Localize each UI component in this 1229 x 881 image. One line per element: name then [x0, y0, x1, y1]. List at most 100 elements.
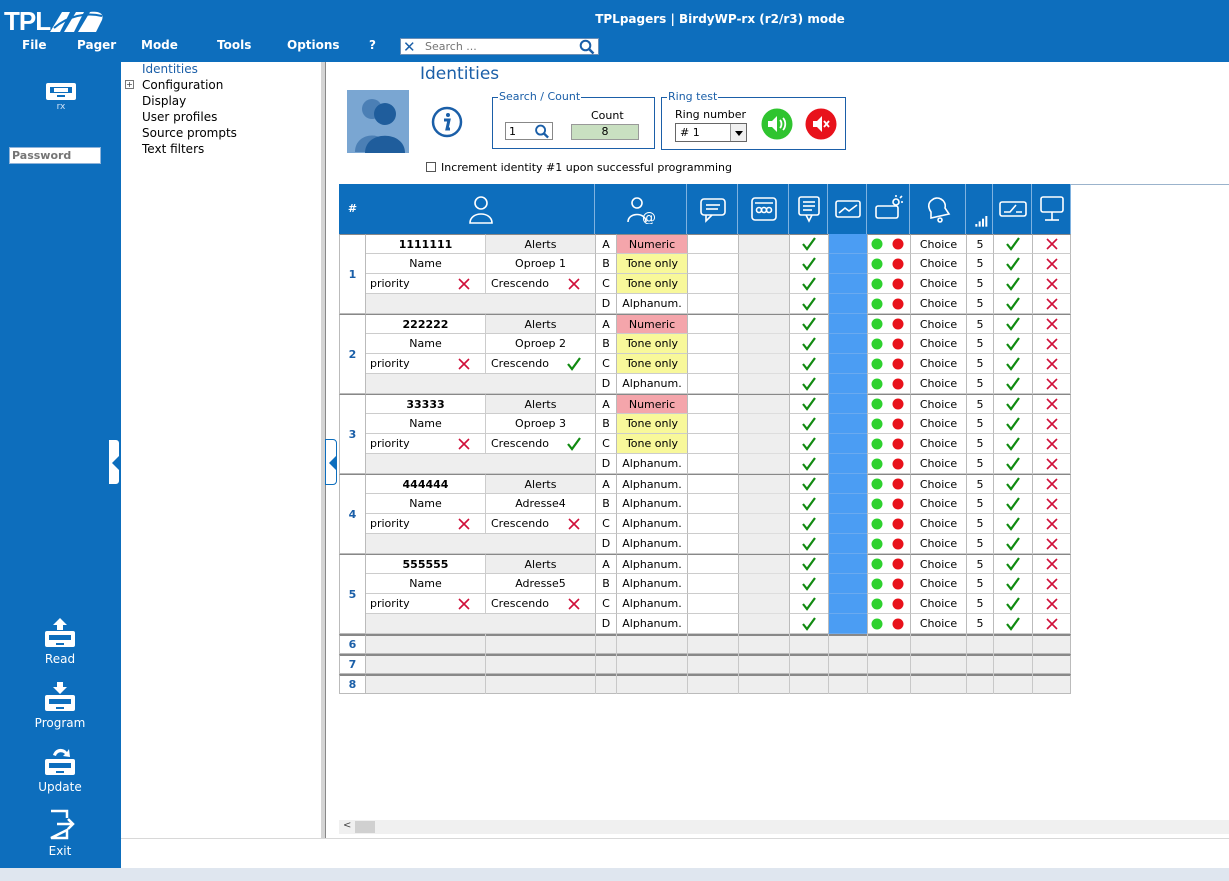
cross-icon[interactable] [1045, 397, 1059, 411]
check-icon[interactable] [1006, 237, 1020, 251]
exit-button[interactable]: Exit [30, 808, 90, 858]
password-field[interactable] [9, 147, 101, 164]
red-led-icon[interactable] [891, 357, 905, 371]
grey-cell[interactable] [738, 434, 789, 454]
priority-cross-icon[interactable] [457, 357, 471, 371]
level-cell[interactable]: 5 [966, 294, 993, 314]
level-cell[interactable]: 5 [966, 494, 993, 514]
menu-pager[interactable]: Pager [77, 38, 116, 52]
ring-choice-cell[interactable]: Choice [910, 254, 966, 274]
check-icon[interactable] [802, 297, 816, 311]
empty-cell[interactable] [687, 254, 738, 274]
empty-cell[interactable] [687, 294, 738, 314]
level-cell[interactable]: 5 [966, 334, 993, 354]
empty-cell[interactable] [687, 574, 738, 594]
red-led-icon[interactable] [891, 557, 905, 571]
priority-cross-icon[interactable] [457, 597, 471, 611]
blue-cell[interactable] [828, 374, 867, 394]
cross-icon[interactable] [1045, 277, 1059, 291]
identity-name[interactable]: Oproep 1 [485, 254, 595, 274]
crescendo-check-icon[interactable] [567, 357, 581, 371]
red-led-icon[interactable] [891, 377, 905, 391]
ring-choice-cell[interactable]: Choice [910, 394, 966, 414]
cross-icon[interactable] [1045, 477, 1059, 491]
red-led-icon[interactable] [891, 477, 905, 491]
check-icon[interactable] [1006, 377, 1020, 391]
green-led-icon[interactable] [870, 317, 884, 331]
red-led-icon[interactable] [891, 597, 905, 611]
ring-choice-cell[interactable]: Choice [910, 434, 966, 454]
grey-cell[interactable] [738, 494, 789, 514]
message-type-cell[interactable]: Numeric [616, 314, 687, 334]
check-icon[interactable] [1006, 397, 1020, 411]
message-type-cell[interactable]: Numeric [616, 234, 687, 254]
check-icon[interactable] [802, 497, 816, 511]
level-cell[interactable]: 5 [966, 614, 993, 634]
green-led-icon[interactable] [870, 577, 884, 591]
cross-icon[interactable] [1045, 557, 1059, 571]
check-icon[interactable] [1006, 277, 1020, 291]
cross-icon[interactable] [1045, 617, 1059, 631]
red-led-icon[interactable] [891, 397, 905, 411]
message-type-cell[interactable]: Tone only [616, 334, 687, 354]
message-type-cell[interactable]: Numeric [616, 394, 687, 414]
ring-choice-cell[interactable]: Choice [910, 274, 966, 294]
message-type-cell[interactable]: Alphanum. [616, 374, 687, 394]
red-led-icon[interactable] [891, 497, 905, 511]
blue-cell[interactable] [828, 474, 867, 494]
red-led-icon[interactable] [891, 417, 905, 431]
level-cell[interactable]: 5 [966, 394, 993, 414]
priority-cross-icon[interactable] [457, 277, 471, 291]
green-led-icon[interactable] [870, 617, 884, 631]
red-led-icon[interactable] [891, 457, 905, 471]
red-led-icon[interactable] [891, 237, 905, 251]
nav-item-identities[interactable]: Identities [142, 62, 198, 76]
empty-cell[interactable] [687, 454, 738, 474]
nav-item-display[interactable]: Display [142, 94, 186, 108]
red-led-icon[interactable] [891, 617, 905, 631]
green-led-icon[interactable] [870, 297, 884, 311]
check-icon[interactable] [1006, 557, 1020, 571]
chevron-down-icon[interactable] [730, 124, 746, 141]
ring-choice-cell[interactable]: Choice [910, 514, 966, 534]
horizontal-scrollbar[interactable]: < [339, 820, 1229, 834]
ring-choice-cell[interactable]: Choice [910, 334, 966, 354]
cross-icon[interactable] [1045, 517, 1059, 531]
alerts-cell[interactable]: Alerts [485, 474, 595, 494]
cross-icon[interactable] [1045, 537, 1059, 551]
ring-choice-cell[interactable]: Choice [910, 534, 966, 554]
red-led-icon[interactable] [891, 437, 905, 451]
message-type-cell[interactable]: Alphanum. [616, 474, 687, 494]
check-icon[interactable] [1006, 437, 1020, 451]
identity-name[interactable]: Adresse5 [485, 574, 595, 594]
ring-choice-cell[interactable]: Choice [910, 614, 966, 634]
empty-cell[interactable] [687, 614, 738, 634]
grey-cell[interactable] [738, 354, 789, 374]
check-icon[interactable] [802, 237, 816, 251]
level-cell[interactable]: 5 [966, 534, 993, 554]
ring-choice-cell[interactable]: Choice [910, 494, 966, 514]
expand-icon[interactable]: + [125, 80, 134, 89]
identity-name[interactable]: Oproep 3 [485, 414, 595, 434]
blue-cell[interactable] [828, 254, 867, 274]
blue-cell[interactable] [828, 274, 867, 294]
empty-cell[interactable] [687, 514, 738, 534]
empty-cell[interactable] [687, 314, 738, 334]
empty-cell[interactable] [687, 434, 738, 454]
alerts-cell[interactable]: Alerts [485, 394, 595, 414]
cross-icon[interactable] [1045, 257, 1059, 271]
level-cell[interactable]: 5 [966, 514, 993, 534]
info-icon[interactable] [431, 106, 463, 138]
blue-cell[interactable] [828, 534, 867, 554]
message-type-cell[interactable]: Alphanum. [616, 534, 687, 554]
message-type-cell[interactable]: Tone only [616, 434, 687, 454]
green-led-icon[interactable] [870, 277, 884, 291]
search-box[interactable]: ✕ [400, 38, 599, 56]
checkbox[interactable] [426, 162, 436, 172]
message-type-cell[interactable]: Alphanum. [616, 454, 687, 474]
check-icon[interactable] [1006, 597, 1020, 611]
level-cell[interactable]: 5 [966, 454, 993, 474]
identity-search-input[interactable]: 1 [505, 122, 553, 140]
green-led-icon[interactable] [870, 497, 884, 511]
empty-cell[interactable] [687, 554, 738, 574]
